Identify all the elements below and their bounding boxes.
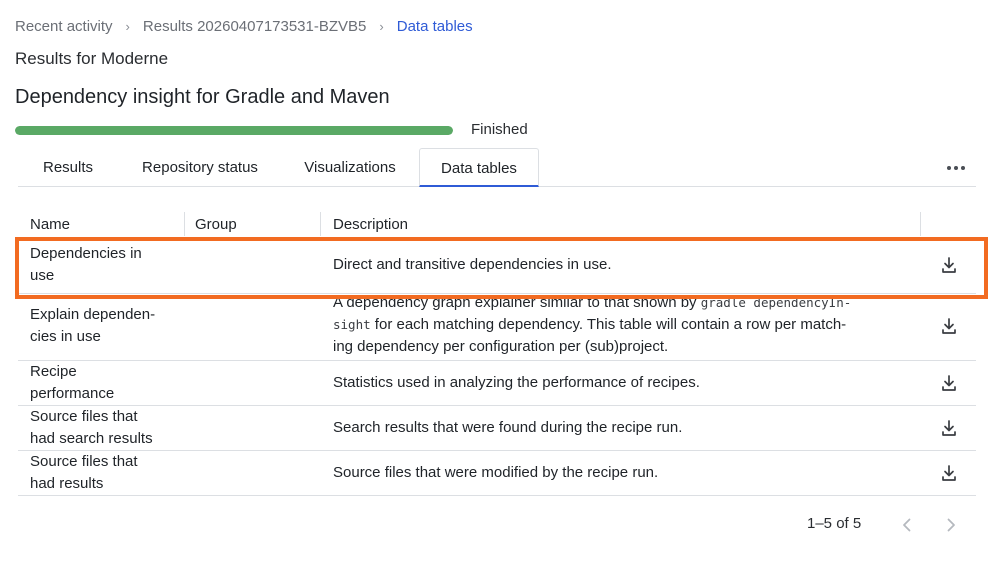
row-name: Explain dependen- cies in use bbox=[30, 304, 180, 348]
table-row[interactable]: Source files that had search results Sea… bbox=[18, 406, 976, 451]
tab-visualizations[interactable]: Visualizations bbox=[288, 148, 412, 187]
row-description: Statistics used in analyzing the perform… bbox=[333, 374, 700, 391]
row-name-line: Source files that bbox=[30, 453, 138, 470]
column-divider bbox=[320, 212, 321, 236]
column-divider bbox=[184, 212, 185, 236]
description-code: sight bbox=[333, 317, 371, 332]
table-row[interactable]: Explain dependen- cies in use A dependen… bbox=[18, 294, 976, 361]
table-header: Name Group Description bbox=[18, 212, 976, 238]
row-description-line: A dependency graph explainer similar to … bbox=[333, 292, 913, 314]
row-name: Dependencies in use bbox=[30, 243, 180, 287]
table-row[interactable]: Recipe performance Statistics used in an… bbox=[18, 361, 976, 406]
row-name-line: Recipe bbox=[30, 363, 77, 380]
row-name-line: had results bbox=[30, 475, 104, 492]
progress-bar-fill bbox=[15, 126, 453, 135]
row-description: Source files that were modified by the r… bbox=[333, 464, 659, 481]
row-name: Source files that had results bbox=[30, 451, 180, 495]
table-row[interactable]: Source files that had results Source fil… bbox=[18, 451, 976, 496]
row-description: Search results that were found during th… bbox=[333, 419, 683, 436]
description-code: gradle dependencyIn- bbox=[700, 295, 852, 310]
breadcrumb-results[interactable]: Results 20260407173531-BZVB5 bbox=[143, 18, 367, 35]
breadcrumb-recent-activity[interactable]: Recent activity bbox=[15, 18, 113, 35]
column-divider bbox=[920, 212, 921, 236]
row-name-line: Source files that bbox=[30, 408, 138, 425]
row-name-line: cies in use bbox=[30, 328, 101, 345]
column-header-description[interactable]: Description bbox=[333, 216, 408, 233]
chevron-right-icon: › bbox=[379, 18, 384, 34]
pagination-range: 1–5 of 5 bbox=[807, 515, 862, 532]
download-icon[interactable] bbox=[939, 463, 959, 483]
data-tables-table: Name Group Description Dependencies in u… bbox=[18, 212, 976, 496]
tab-data-tables[interactable]: Data tables bbox=[419, 148, 539, 187]
row-name-line: use bbox=[30, 267, 55, 284]
table-row[interactable]: Dependencies in use Direct and transitiv… bbox=[18, 238, 976, 294]
row-description-line: sight for each matching dependency. This… bbox=[333, 314, 913, 336]
tab-results[interactable]: Results bbox=[24, 148, 112, 187]
column-header-name[interactable]: Name bbox=[30, 216, 70, 233]
row-name-line: performance bbox=[30, 385, 115, 402]
page-title: Dependency insight for Gradle and Maven bbox=[15, 86, 390, 108]
description-text: for each matching dependency. This table… bbox=[370, 316, 847, 333]
results-for-label: Results for Moderne bbox=[15, 49, 169, 68]
download-icon[interactable] bbox=[939, 316, 959, 336]
download-icon[interactable] bbox=[939, 255, 959, 275]
chevron-right-icon: › bbox=[125, 18, 130, 34]
row-name-line: Dependencies in bbox=[30, 245, 142, 262]
row-name-line: had search results bbox=[30, 430, 153, 447]
row-description: A dependency graph explainer similar to … bbox=[333, 292, 913, 358]
progress-bar bbox=[15, 126, 453, 135]
more-options-icon[interactable] bbox=[940, 158, 972, 178]
column-header-group[interactable]: Group bbox=[195, 216, 237, 233]
row-description: Direct and transitive dependencies in us… bbox=[333, 256, 612, 273]
progress-status: Finished bbox=[471, 121, 528, 138]
row-name: Source files that had search results bbox=[30, 406, 180, 450]
chevron-right-icon[interactable] bbox=[941, 515, 961, 535]
row-description-line: ing dependency per configuration per (su… bbox=[333, 338, 669, 355]
download-icon[interactable] bbox=[939, 418, 959, 438]
breadcrumb-data-tables[interactable]: Data tables bbox=[397, 18, 473, 35]
description-text: A dependency graph explainer similar to … bbox=[333, 294, 701, 311]
row-name-line: Explain dependen- bbox=[30, 306, 156, 323]
tab-bar: Results Repository status Visualizations… bbox=[18, 148, 976, 187]
download-icon[interactable] bbox=[939, 373, 959, 393]
row-name: Recipe performance bbox=[30, 361, 180, 405]
chevron-left-icon[interactable] bbox=[897, 515, 917, 535]
breadcrumb: Recent activity › Results 20260407173531… bbox=[15, 16, 473, 36]
tab-repository-status[interactable]: Repository status bbox=[124, 148, 276, 187]
